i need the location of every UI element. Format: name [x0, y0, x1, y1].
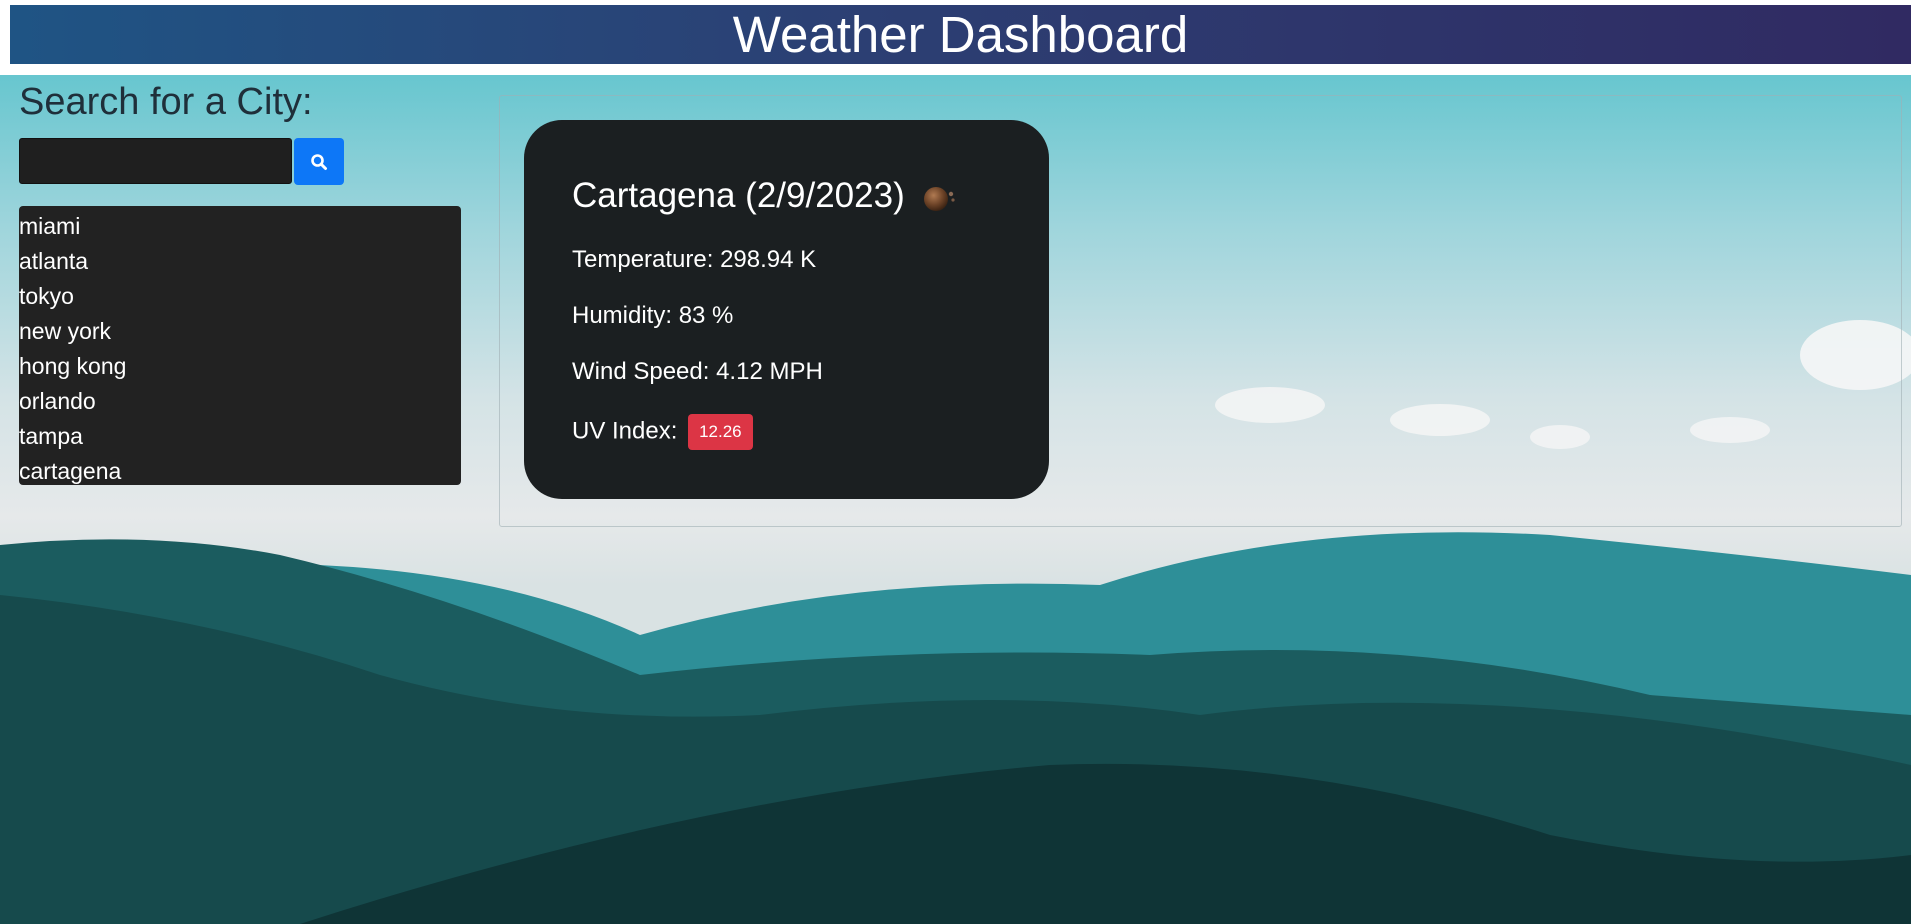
search-heading: Search for a City:: [19, 81, 313, 123]
history-item-atlanta[interactable]: atlanta: [19, 244, 461, 279]
uv-index-label: UV Index:: [572, 417, 678, 445]
history-item-orlando[interactable]: orlando: [19, 384, 461, 419]
current-weather-card: Cartagena (2/9/2023) Temperature: 298.94…: [524, 120, 1049, 499]
history-item-new-york[interactable]: new york: [19, 314, 461, 349]
header-divider: [10, 64, 1911, 75]
city-search-input[interactable]: [19, 138, 292, 184]
uv-index-row: UV Index: 12.26: [572, 414, 753, 450]
temperature-text: Temperature: 298.94 K: [572, 246, 817, 273]
humidity-text: Humidity: 83 %: [572, 302, 734, 329]
history-item-tokyo[interactable]: tokyo: [19, 279, 461, 314]
search-button[interactable]: [294, 138, 344, 185]
wind-speed-text: Wind Speed: 4.12 MPH: [572, 358, 823, 385]
history-item-tampa[interactable]: tampa: [19, 419, 461, 454]
history-item-cartagena[interactable]: cartagena: [19, 454, 461, 489]
app-header: Weather Dashboard: [10, 5, 1911, 64]
search-icon: [311, 153, 327, 170]
city-date-title: Cartagena (2/9/2023): [572, 176, 905, 215]
history-item-miami[interactable]: miami: [19, 209, 461, 244]
weather-icon: [924, 187, 955, 211]
uv-index-badge: 12.26: [688, 414, 753, 450]
search-history-list: miami atlanta tokyo new york hong kong o…: [19, 206, 461, 485]
page-title: Weather Dashboard: [732, 6, 1189, 63]
history-item-hong-kong[interactable]: hong kong: [19, 349, 461, 384]
